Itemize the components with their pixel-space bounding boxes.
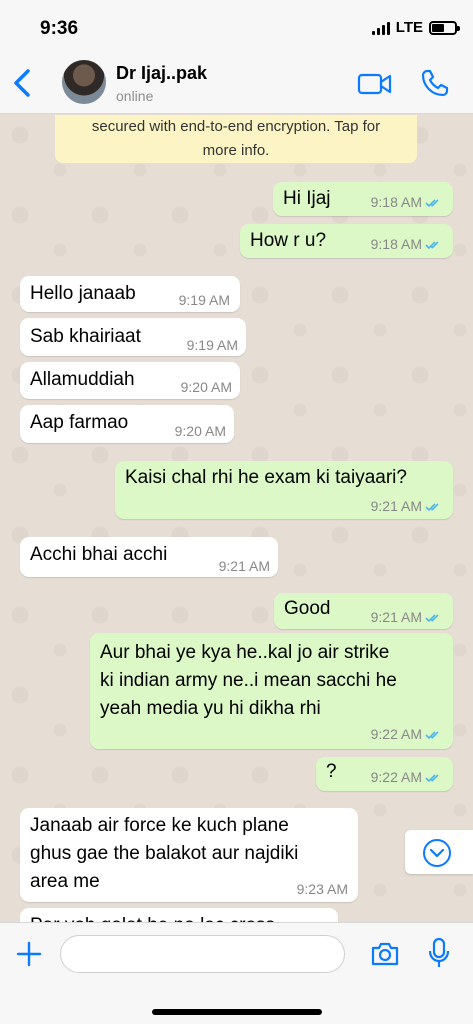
- message-outgoing[interactable]: Hi Ijaj 9:18 AM: [273, 182, 453, 216]
- message-text: Sab khairiaat: [30, 326, 141, 347]
- status-bar: 9:36 LTE: [0, 0, 473, 54]
- message-input[interactable]: [60, 935, 345, 973]
- message-text: Allamuddiah: [30, 369, 135, 390]
- message-time: 9:21 AM: [218, 558, 270, 574]
- double-check-icon: [425, 241, 439, 250]
- encryption-line-2: more info.: [202, 142, 270, 159]
- home-indicator: [152, 1009, 322, 1015]
- contact-status: online: [116, 88, 154, 104]
- network-type: LTE: [395, 19, 423, 36]
- message-time: 9:21 AM: [371, 498, 443, 514]
- message-text: Kaisi chal rhi he exam ki taiyaari?: [125, 467, 407, 488]
- message-time: 9:18 AM: [371, 194, 443, 210]
- message-line: ki indian army ne..i mean sacchi he: [100, 670, 397, 691]
- double-check-icon: [425, 199, 439, 208]
- message-text: Janaab air force ke kuch plane ghus gae …: [30, 812, 298, 896]
- message-outgoing[interactable]: Good 9:21 AM: [274, 593, 453, 629]
- camera-icon[interactable]: [370, 941, 400, 967]
- message-input-bar: [0, 922, 473, 1024]
- signal-icon: [371, 21, 390, 35]
- message-text: Hello janaab: [30, 283, 136, 304]
- message-text: ?: [326, 761, 337, 782]
- message-incoming[interactable]: Sab khairiaat 9:19 AM: [20, 318, 246, 356]
- message-time: 9:22 AM: [371, 769, 443, 785]
- battery-icon: [429, 20, 460, 35]
- message-text: Par voh galat he na loc cross: [30, 912, 275, 922]
- message-line: ghus gae the balakot aur najdiki: [30, 843, 299, 864]
- status-indicators: LTE: [371, 19, 460, 36]
- message-time: 9:20 AM: [174, 423, 226, 439]
- message-incoming[interactable]: Hello janaab 9:19 AM: [20, 276, 240, 312]
- avatar[interactable]: [62, 60, 106, 104]
- encryption-line-1: secured with end-to-end encryption. Tap …: [91, 118, 381, 135]
- message-outgoing[interactable]: Kaisi chal rhi he exam ki taiyaari? 9:21…: [115, 461, 453, 519]
- message-text: Aap farmao: [30, 412, 129, 433]
- message-time: 9:19 AM: [178, 292, 230, 308]
- message-text: Good: [284, 598, 331, 619]
- message-time: 9:18 AM: [371, 236, 443, 252]
- chevron-left-icon[interactable]: [10, 68, 34, 98]
- double-check-icon: [425, 774, 439, 783]
- message-incoming[interactable]: Allamuddiah 9:20 AM: [20, 362, 240, 399]
- message-text: Acchi bhai acchi: [30, 544, 168, 565]
- message-line: area me: [30, 871, 100, 892]
- message-time: 9:21 AM: [371, 609, 443, 625]
- message-outgoing[interactable]: Aur bhai ye kya he..kal jo air strike ki…: [90, 633, 453, 749]
- contact-name[interactable]: Dr Ijaj..pak: [116, 63, 207, 84]
- message-time: 9:20 AM: [180, 379, 232, 395]
- chat-area[interactable]: secured with end-to-end encryption. Tap …: [0, 115, 473, 922]
- double-check-icon: [425, 614, 439, 623]
- plus-icon[interactable]: [16, 941, 42, 967]
- message-text: Aur bhai ye kya he..kal jo air strike ki…: [100, 639, 397, 723]
- message-line: yeah media yu hi dikha rhi: [100, 698, 321, 719]
- status-time: 9:36: [40, 18, 79, 39]
- video-camera-icon[interactable]: [357, 72, 393, 96]
- message-text: Hi Ijaj: [283, 188, 331, 209]
- message-incoming[interactable]: Aap farmao 9:20 AM: [20, 405, 234, 443]
- message-time: 9:22 AM: [371, 726, 443, 742]
- message-text: How r u?: [250, 230, 327, 251]
- message-outgoing[interactable]: How r u? 9:18 AM: [240, 224, 453, 258]
- message-time: 9:23 AM: [296, 881, 348, 897]
- message-outgoing[interactable]: ? 9:22 AM: [316, 757, 453, 791]
- double-check-icon: [425, 731, 439, 740]
- double-check-icon: [425, 503, 439, 512]
- microphone-icon[interactable]: [428, 937, 450, 969]
- message-incoming[interactable]: Janaab air force ke kuch plane ghus gae …: [20, 808, 358, 902]
- chat-header: Dr Ijaj..pak online: [0, 54, 473, 114]
- message-time: 9:19 AM: [186, 337, 238, 353]
- message-line: Janaab air force ke kuch plane: [30, 815, 289, 836]
- phone-icon[interactable]: [420, 68, 450, 98]
- message-line: Aur bhai ye kya he..kal jo air strike: [100, 642, 390, 663]
- message-incoming[interactable]: Acchi bhai acchi 9:21 AM: [20, 537, 278, 577]
- encryption-notice[interactable]: secured with end-to-end encryption. Tap …: [55, 115, 417, 163]
- message-incoming[interactable]: Par voh galat he na loc cross: [20, 908, 338, 922]
- scroll-to-bottom-button[interactable]: [405, 830, 473, 874]
- chevron-down-circle-icon: [423, 839, 451, 867]
